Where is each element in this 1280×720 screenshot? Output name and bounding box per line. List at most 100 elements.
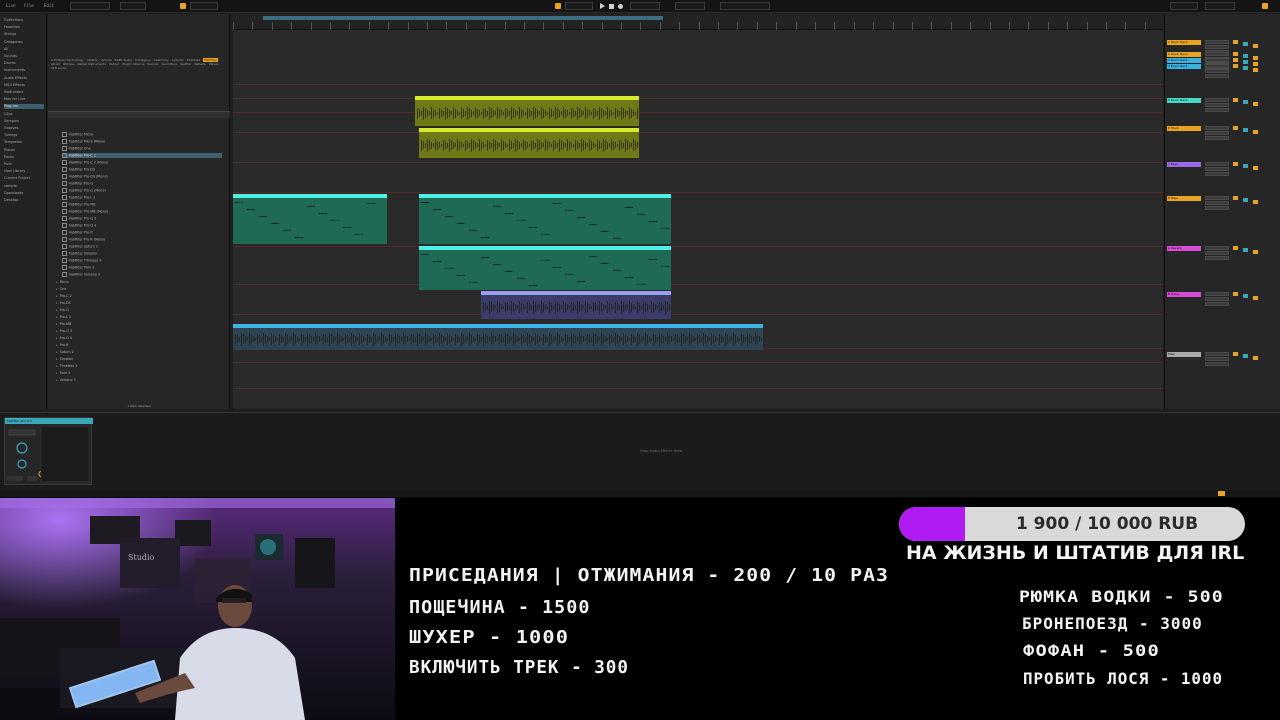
- places-item[interactable]: Plug-Ins: [4, 104, 44, 110]
- clip-header[interactable]: [419, 246, 671, 250]
- browser-file-item[interactable]: FabFilter Pro-DS: [62, 167, 222, 172]
- places-item[interactable]: Audio Effects: [4, 76, 27, 81]
- browser-file-item[interactable]: FabFilter Pro-Q 3: [62, 216, 222, 221]
- vendor-tag[interactable]: Plugin Alliance: [122, 62, 144, 66]
- browser-file-item[interactable]: FabFilter Pro-DS (Mono): [62, 174, 222, 179]
- mixer-control-icon[interactable]: [1233, 40, 1238, 44]
- mixer-control-icon[interactable]: [1243, 60, 1248, 64]
- vendor-tag[interactable]: Valhalla: [194, 62, 206, 66]
- browser-file-item[interactable]: FabFilter Pro-R (Mono): [62, 237, 222, 242]
- places-item[interactable]: Desktop: [4, 198, 18, 203]
- places-item[interactable]: Strings: [4, 32, 16, 37]
- browser-file-item[interactable]: FabFilter Pro-L 2: [62, 195, 222, 200]
- places-item[interactable]: Current Project: [4, 176, 30, 181]
- places-item[interactable]: Clips: [4, 112, 12, 117]
- mixer-track-name[interactable]: A Reverb: [1167, 246, 1201, 251]
- mixer-control-icon[interactable]: [1243, 100, 1248, 104]
- browser-file-item[interactable]: FabFilter One: [62, 146, 222, 151]
- mixer-routing-cell[interactable]: [1205, 45, 1229, 49]
- browser-file-item[interactable]: FabFilter Saturn 2: [62, 244, 222, 249]
- mixer-track-name[interactable]: 4 Drum Rack: [1167, 64, 1201, 69]
- menu-file[interactable]: File: [24, 3, 34, 8]
- mixer-control-icon[interactable]: [1253, 356, 1258, 360]
- places-item[interactable]: Samples: [4, 119, 19, 124]
- mixer-control-icon[interactable]: [1253, 130, 1258, 134]
- mixer-routing-cell[interactable]: [1205, 246, 1229, 250]
- menu-edit[interactable]: Edit: [44, 3, 54, 8]
- audio-clip[interactable]: [233, 324, 763, 350]
- mixer-routing-cell[interactable]: [1205, 292, 1229, 296]
- metronome-icon[interactable]: [180, 3, 186, 9]
- mixer-control-icon[interactable]: [1253, 296, 1258, 300]
- mixer-control-icon[interactable]: [1233, 246, 1238, 250]
- device-fabfilter[interactable]: FabFilter Pro-Q 3: [4, 417, 93, 485]
- places-item[interactable]: Drums: [4, 61, 16, 66]
- mixer-routing-cell[interactable]: [1205, 40, 1229, 44]
- browser-folder-item[interactable]: Pro-MB: [56, 322, 72, 327]
- browser-file-item[interactable]: FabFilter Pro-C 2 (Mono): [62, 160, 222, 165]
- mixer-routing-cell[interactable]: [1205, 196, 1229, 200]
- browser-folder-item[interactable]: Pro-Q 4: [56, 336, 72, 341]
- places-item[interactable]: Tunings: [4, 133, 17, 138]
- tempo-display[interactable]: [70, 2, 110, 10]
- mixer-routing-cell[interactable]: [1205, 302, 1229, 306]
- clip-header[interactable]: [419, 194, 671, 198]
- mixer-control-icon[interactable]: [1233, 352, 1238, 356]
- follow-icon[interactable]: [555, 3, 561, 9]
- mixer-control-icon[interactable]: [1253, 68, 1258, 72]
- mixer-track-name[interactable]: 1 Drum Rack: [1167, 40, 1201, 45]
- track-selector-icon[interactable]: [1218, 491, 1225, 496]
- mixer-control-icon[interactable]: [1233, 58, 1238, 62]
- browser-file-item[interactable]: FabFilter Pro-C 2: [62, 153, 222, 158]
- mixer-track-name[interactable]: B Delay: [1167, 292, 1201, 297]
- mixer-control-icon[interactable]: [1233, 98, 1238, 102]
- clip-header[interactable]: [415, 96, 639, 100]
- places-item[interactable]: Modulators: [4, 90, 24, 95]
- mixer-control-icon[interactable]: [1253, 102, 1258, 106]
- vendor-tag[interactable]: Soundtoys: [161, 62, 177, 66]
- mixer-routing-cell[interactable]: [1205, 98, 1229, 102]
- mixer-routing-cell[interactable]: [1205, 136, 1229, 140]
- browser-file-item[interactable]: FabFilter Timeless 3: [62, 258, 222, 263]
- play-icon[interactable]: [600, 3, 605, 9]
- mixer-routing-cell[interactable]: [1205, 297, 1229, 301]
- places-item[interactable]: Downloads: [4, 191, 23, 196]
- browser-file-item[interactable]: FabFilter Volcano 3: [62, 272, 222, 277]
- browser-folder-item[interactable]: One: [56, 287, 67, 292]
- browser-folder-item[interactable]: Pro-C 2: [56, 294, 72, 299]
- mixer-control-icon[interactable]: [1243, 54, 1248, 58]
- mixer-control-icon[interactable]: [1233, 196, 1238, 200]
- menu-live[interactable]: Live: [6, 3, 16, 8]
- browser-file-item[interactable]: FabFilter Pro-R: [62, 230, 222, 235]
- places-item[interactable]: All: [4, 47, 8, 52]
- browser-file-item[interactable]: FabFilter Pro-MB: [62, 202, 222, 207]
- browser-file-item[interactable]: FabFilter Micro: [62, 132, 222, 137]
- mixer-control-icon[interactable]: [1243, 198, 1248, 202]
- places-item[interactable]: Templates: [4, 140, 22, 145]
- loop-length-display[interactable]: [675, 2, 705, 10]
- mixer-control-icon[interactable]: [1243, 128, 1248, 132]
- stop-icon[interactable]: [609, 4, 614, 9]
- key-map-button[interactable]: [1170, 2, 1198, 10]
- mixer-control-icon[interactable]: [1243, 294, 1248, 298]
- audio-clip[interactable]: [481, 291, 671, 319]
- vendor-tag[interactable]: Output: [109, 62, 119, 66]
- mixer-routing-cell[interactable]: [1205, 357, 1229, 361]
- browser-folder-item[interactable]: Pro-DS: [56, 301, 71, 306]
- vendor-tag[interactable]: Waves: [209, 62, 219, 66]
- time-signature[interactable]: [120, 2, 146, 10]
- mixer-routing-cell[interactable]: [1205, 352, 1229, 356]
- mixer-routing-cell[interactable]: [1205, 206, 1229, 210]
- browser-file-item[interactable]: FabFilter Micro (Mono): [62, 139, 222, 144]
- mixer-routing-cell[interactable]: [1205, 74, 1229, 78]
- places-item[interactable]: Grooves: [4, 126, 18, 131]
- quantize-menu[interactable]: [190, 2, 218, 10]
- places-item[interactable]: Collections: [4, 18, 23, 23]
- mixer-routing-cell[interactable]: [1205, 167, 1229, 171]
- arrangement-view[interactable]: [233, 14, 1163, 409]
- record-icon[interactable]: [618, 4, 623, 9]
- mixer-control-icon[interactable]: [1253, 62, 1258, 66]
- places-item[interactable]: Sounds: [4, 54, 17, 59]
- browser-file-item[interactable]: FabFilter Simplon: [62, 251, 222, 256]
- mixer-routing-cell[interactable]: [1205, 172, 1229, 176]
